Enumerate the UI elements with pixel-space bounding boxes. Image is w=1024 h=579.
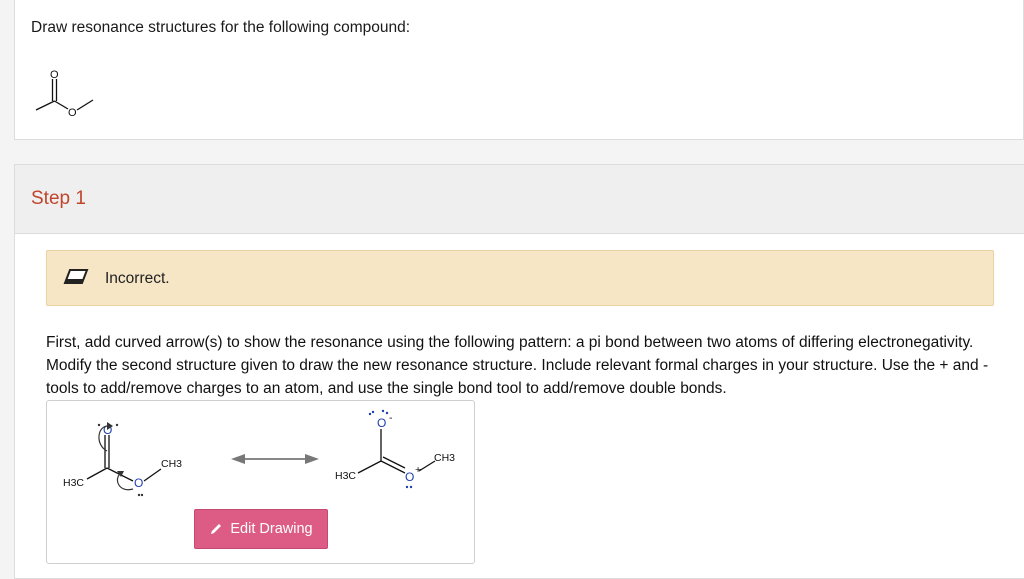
right-structure: H3C O - O + CH3 — [335, 409, 455, 489]
drawing-area[interactable]: H3C O O CH3 H3C O - O + CH3 Edit Drawing — [46, 400, 475, 564]
step-card: Step 1 Incorrect. First, add curved arro… — [14, 164, 1024, 579]
feedback-text: Incorrect. — [105, 270, 170, 287]
resonance-drawing: H3C O O CH3 H3C O - O + CH3 — [63, 409, 455, 497]
left-methyl-right: CH3 — [161, 458, 182, 470]
eraser-icon — [63, 269, 89, 284]
pencil-icon — [211, 524, 222, 534]
edit-drawing-label: Edit Drawing — [230, 521, 313, 537]
question-prompt: Draw resonance structures for the follow… — [31, 19, 411, 36]
question-card: Draw resonance structures for the follow… — [14, 0, 1024, 140]
left-ester-oxygen: O — [134, 476, 143, 490]
step-header: Step 1 — [15, 165, 1024, 234]
right-minus-charge: - — [389, 412, 393, 424]
right-carbonyl-oxygen: O — [377, 416, 386, 430]
step-title: Step 1 — [31, 188, 86, 209]
left-structure: H3C O O CH3 — [63, 422, 182, 497]
edit-drawing-button[interactable]: Edit Drawing — [194, 509, 328, 549]
right-methyl-left: H3C — [335, 470, 356, 482]
compound-carbonyl-o: O — [50, 69, 59, 81]
compound-structure: O O — [35, 69, 94, 119]
right-ester-oxygen: O — [405, 470, 414, 484]
feedback-box: Incorrect. — [46, 250, 994, 306]
resonance-arrow — [231, 454, 319, 464]
right-methyl-right: CH3 — [434, 452, 455, 464]
compound-ester-o: O — [68, 107, 77, 119]
left-methyl-left: H3C — [63, 477, 84, 489]
instructions-text: First, add curved arrow(s) to show the r… — [46, 334, 989, 397]
